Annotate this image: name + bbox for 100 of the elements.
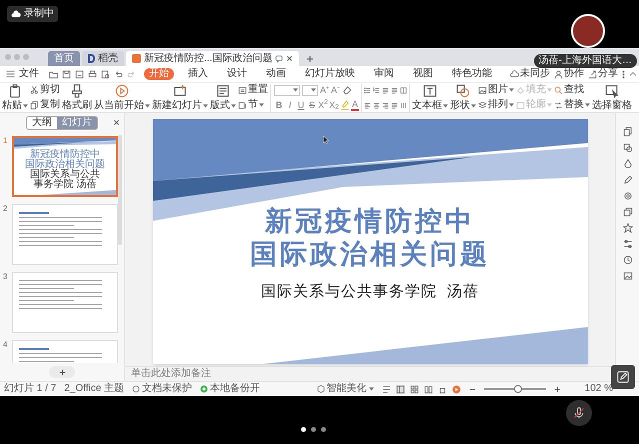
toolbar-button[interactable]: 粘贴 (2, 84, 28, 112)
beautify-button[interactable]: 智能美化 (316, 383, 374, 395)
image-button[interactable] (622, 271, 632, 281)
layers-button[interactable] (622, 207, 632, 217)
font-name-field[interactable] (274, 84, 300, 96)
backup-status[interactable]: 本地备份开 (210, 383, 260, 395)
font-size-button[interactable]: A⁺ (320, 84, 330, 96)
menu-action[interactable]: 未同步 (510, 68, 550, 80)
slide-thumbnail[interactable] (12, 272, 118, 333)
close-button[interactable] (113, 119, 120, 126)
menu-tab[interactable]: 幻灯片放映 (300, 68, 360, 80)
sliders-button[interactable] (622, 239, 632, 249)
shapes-button[interactable] (622, 143, 632, 153)
sliders-icon (622, 239, 632, 249)
print-icon[interactable] (88, 70, 97, 78)
zoom-slider-thumb[interactable] (514, 385, 522, 393)
font-size-field[interactable] (302, 84, 318, 96)
toolbar-button[interactable]: 重置 (238, 84, 268, 96)
recording-badge: 录制中 (7, 6, 58, 22)
section-icon (238, 100, 247, 110)
slide-thumbnail[interactable] (12, 204, 118, 265)
toolbar-button[interactable]: 从当前开始 (94, 84, 150, 112)
toolbar-button[interactable]: 格式刷 (62, 84, 92, 112)
edit-button[interactable] (622, 175, 632, 185)
slide-number: 4 (3, 340, 8, 351)
drop-button[interactable] (622, 159, 632, 169)
normal-view-button[interactable] (396, 384, 405, 394)
selection-pane-icon (605, 84, 620, 98)
undo-icon[interactable] (114, 70, 123, 78)
tab[interactable]: 新冠疫情防控...国际政治问题 (126, 51, 300, 66)
toolbar-button[interactable]: 替换 (554, 98, 590, 112)
format-button[interactable]: X$_{2}$ (329, 100, 339, 110)
toolbar-button[interactable]: 选择窗格 (592, 84, 632, 112)
toolbar-button[interactable]: 节 (238, 98, 268, 112)
microphone-button[interactable] (566, 400, 592, 426)
panel-tab[interactable]: 大纲 (27, 117, 57, 129)
export-icon[interactable] (75, 70, 84, 78)
collapse-icon (629, 71, 637, 77)
caret-icon (443, 104, 448, 108)
format-button[interactable]: B (274, 100, 284, 110)
folder-icon[interactable] (49, 70, 58, 78)
toolbar-button[interactable]: 查找 (554, 84, 590, 96)
save-icon[interactable] (62, 70, 71, 78)
toolbar-button[interactable]: 形状 (450, 84, 476, 112)
toolbar-button[interactable]: 文本框 (412, 84, 448, 112)
format-button[interactable]: U (296, 100, 306, 110)
menu-tab[interactable]: 插入 (183, 68, 213, 80)
toolbar-button[interactable]: 版式 (210, 84, 236, 112)
clock-button[interactable] (622, 255, 632, 265)
notes-field[interactable]: 单击此处添加备注 (131, 368, 211, 380)
new-slide-icon (173, 84, 187, 98)
annotate-button[interactable] (611, 365, 635, 389)
star-button[interactable] (622, 223, 632, 233)
replace-icon (554, 100, 564, 110)
menu-action[interactable]: 分享 (588, 68, 618, 80)
copy-icon (30, 100, 39, 110)
fill-icon (516, 86, 526, 94)
toolbar-button[interactable]: 剪切 (30, 84, 60, 96)
toolbar-button[interactable]: 排列 (478, 98, 514, 112)
format-button[interactable]: I (285, 100, 295, 110)
clock-icon (622, 255, 632, 265)
menu-tab[interactable]: 设计 (222, 68, 252, 80)
shapes-icon (622, 143, 632, 153)
toolbar-button[interactable]: 图片 (478, 84, 514, 96)
slide-counter: 幻灯片 1 / 7 (4, 383, 56, 395)
copy-icon (622, 127, 632, 137)
menu-tab[interactable]: 动画 (261, 68, 291, 80)
menu-item[interactable]: 文件 (19, 68, 39, 80)
toolbar-button[interactable]: 复制 (30, 98, 60, 112)
format-button[interactable]: X$^{2}$ (318, 100, 328, 110)
picture-icon (478, 86, 488, 94)
decrease-indent-icon (382, 86, 390, 94)
add-slide-button[interactable] (49, 366, 75, 378)
outline-icon (516, 100, 526, 110)
caret-icon (23, 104, 28, 108)
menu-tab[interactable]: 特色功能 (447, 68, 497, 80)
caret-icon (585, 103, 590, 107)
format-button[interactable]: S (307, 100, 317, 110)
numbered-list-icon (373, 86, 380, 94)
preview-icon[interactable] (101, 70, 110, 78)
more-icon (622, 70, 625, 78)
menu-tab[interactable]: 审阅 (369, 68, 399, 80)
increase-indent-icon (391, 86, 398, 94)
menu-action[interactable]: 协作 (554, 68, 584, 80)
thumbnail-subtitle: 国际关系与公共事务学院 汤蓓 (29, 170, 101, 190)
toolbar-button[interactable]: 新建幻灯片 (152, 84, 208, 112)
muted-microphone-icon (573, 407, 585, 419)
scissors-icon (30, 86, 39, 94)
caret-icon (509, 88, 514, 92)
caret-icon (293, 88, 298, 92)
copy-button[interactable] (622, 127, 632, 137)
stack-icon (478, 100, 488, 110)
protection-status[interactable]: 文档未保护 (142, 383, 192, 395)
font-color-button[interactable]: A (351, 99, 360, 111)
drop-icon (622, 159, 632, 169)
menu-tab[interactable]: 视图 (408, 68, 438, 80)
zoom-value[interactable]: 102 % (584, 383, 613, 395)
tab[interactable]: 稻壳 (82, 51, 124, 66)
font-size-button[interactable]: A⁻ (331, 84, 340, 96)
slide-thumbnail[interactable]: 新冠疫情防控中 国际政治相关问题 国际关系与公共事务学院 汤蓓 (12, 136, 118, 197)
